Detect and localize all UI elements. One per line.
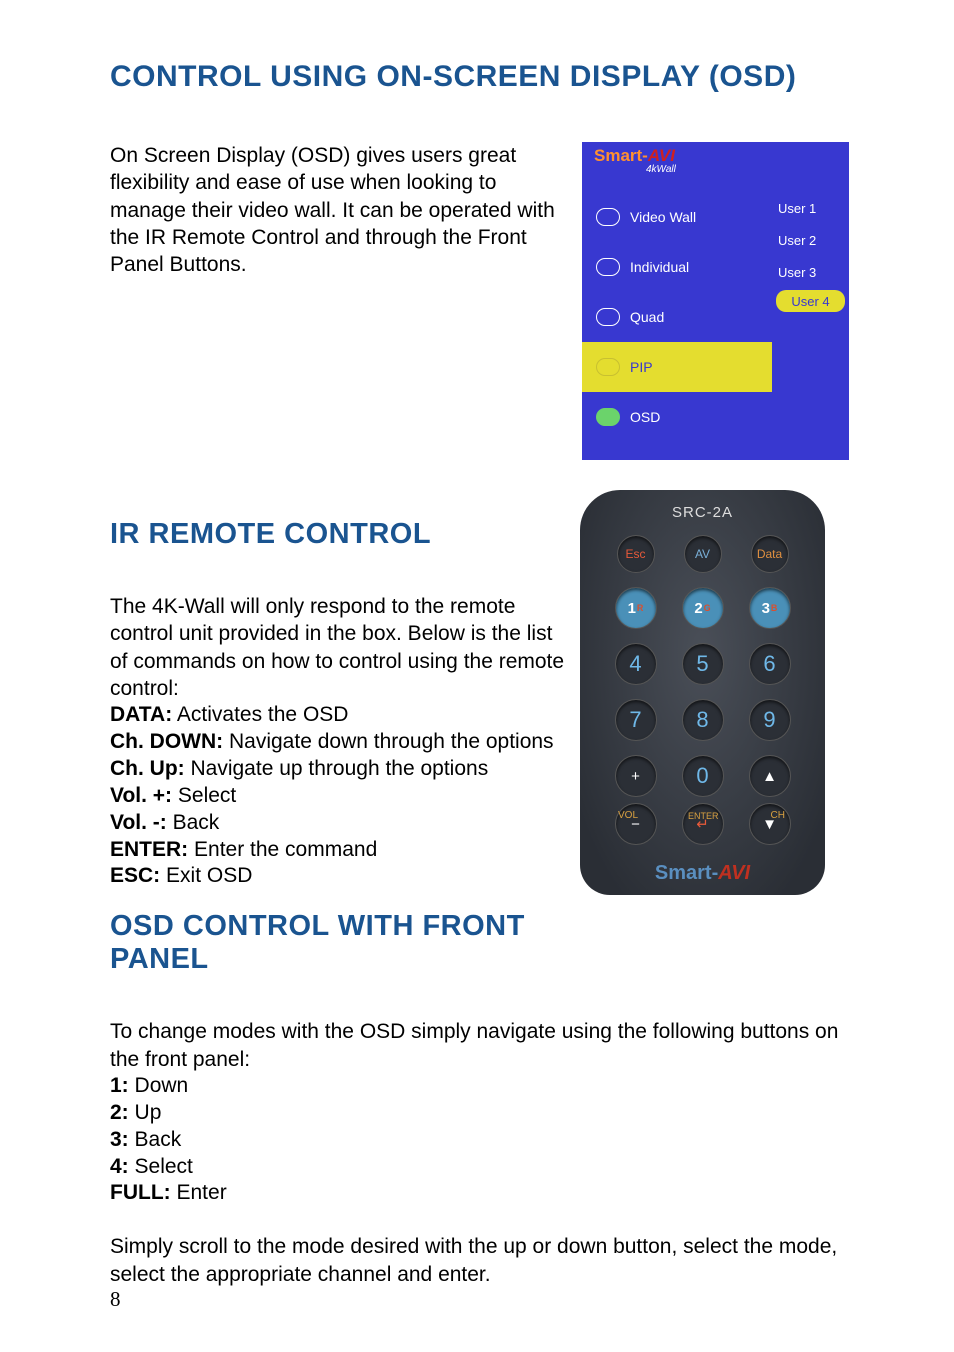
page-number: 8 [110, 1287, 121, 1312]
remote-av-button: AV [684, 535, 722, 573]
osd-brand: Smart-AVI [594, 146, 675, 166]
def-data: DATA: Activates the OSD [110, 702, 570, 729]
remote-volplus-button: + [615, 755, 657, 797]
remote-brand: Smart-AVI [580, 862, 825, 885]
remote-2-button: 2G [682, 587, 724, 629]
remote-7-button: 7 [615, 699, 657, 741]
osd-icon [596, 408, 620, 426]
osd-item-osd: OSD [582, 392, 772, 442]
remote-control-figure: SRC-2A Esc AV Data 1R 2G 3B 4 5 6 7 8 9 … [580, 490, 825, 895]
ir-remote-intro: The 4K-Wall will only respond to the rem… [110, 593, 570, 702]
def-volplus: Vol. +: Select [110, 783, 570, 810]
remote-data-button: Data [751, 535, 789, 573]
remote-enter-label: ENTER [688, 811, 719, 821]
remote-4-button: 4 [615, 643, 657, 685]
remote-6-button: 6 [749, 643, 791, 685]
osd-item-videowall: Video Wall [582, 192, 772, 242]
fp-def-full: FULL: Enter [110, 1180, 849, 1207]
fp-def-2: 2: Up [110, 1100, 849, 1127]
osd-intro-paragraph: On Screen Display (OSD) gives users grea… [110, 142, 564, 278]
osd-item-individual: Individual [582, 242, 772, 292]
osd-user-1: User 1 [772, 192, 849, 224]
def-chup: Ch. Up: Navigate up through the options [110, 756, 570, 783]
remote-1-button: 1R [615, 587, 657, 629]
remote-9-button: 9 [749, 699, 791, 741]
remote-vol-label: VOL [618, 810, 638, 821]
grid-icon [596, 208, 620, 226]
osd-user-3: User 3 [772, 256, 849, 288]
osd-item-quad: Quad [582, 292, 772, 342]
heading-ir-remote: IR REMOTE CONTROL [110, 518, 570, 551]
osd-brand-sub: 4kWall [646, 164, 676, 175]
remote-0-button: 0 [682, 755, 724, 797]
heading-osd-control: CONTROL USING ON-SCREEN DISPLAY (OSD) [110, 60, 849, 94]
def-enter: ENTER: Enter the command [110, 837, 570, 864]
remote-8-button: 8 [682, 699, 724, 741]
remote-chup-button: ▲ [749, 755, 791, 797]
remote-ch-label: CH [771, 810, 785, 821]
remote-esc-button: Esc [617, 535, 655, 573]
def-volminus: Vol. -: Back [110, 810, 570, 837]
remote-model: SRC-2A [580, 504, 825, 521]
fp-def-4: 4: Select [110, 1154, 849, 1181]
osd-user-list: User 1 User 2 User 3 User 4 [772, 192, 849, 314]
def-chdown: Ch. DOWN: Navigate down through the opti… [110, 729, 570, 756]
quad-icon [596, 308, 620, 326]
def-esc: ESC: Exit OSD [110, 863, 570, 890]
fp-def-3: 3: Back [110, 1127, 849, 1154]
heading-front-panel: OSD CONTROL WITH FRONT PANEL [110, 910, 570, 976]
osd-menu-figure: Smart-AVI 4kWall Video Wall Individual Q… [582, 142, 849, 460]
pip-icon [596, 358, 620, 376]
remote-3-button: 3B [749, 587, 791, 629]
osd-item-pip: PIP [582, 342, 772, 392]
front-panel-outro: Simply scroll to the mode desired with t… [110, 1233, 849, 1288]
osd-user-2: User 2 [772, 224, 849, 256]
square-icon [596, 258, 620, 276]
front-panel-intro: To change modes with the OSD simply navi… [110, 1018, 849, 1073]
remote-enter-button: ↵ [682, 803, 724, 845]
osd-main-list: Video Wall Individual Quad PIP OSD [582, 192, 772, 442]
remote-5-button: 5 [682, 643, 724, 685]
fp-def-1: 1: Down [110, 1073, 849, 1100]
osd-user-4: User 4 [776, 290, 845, 312]
